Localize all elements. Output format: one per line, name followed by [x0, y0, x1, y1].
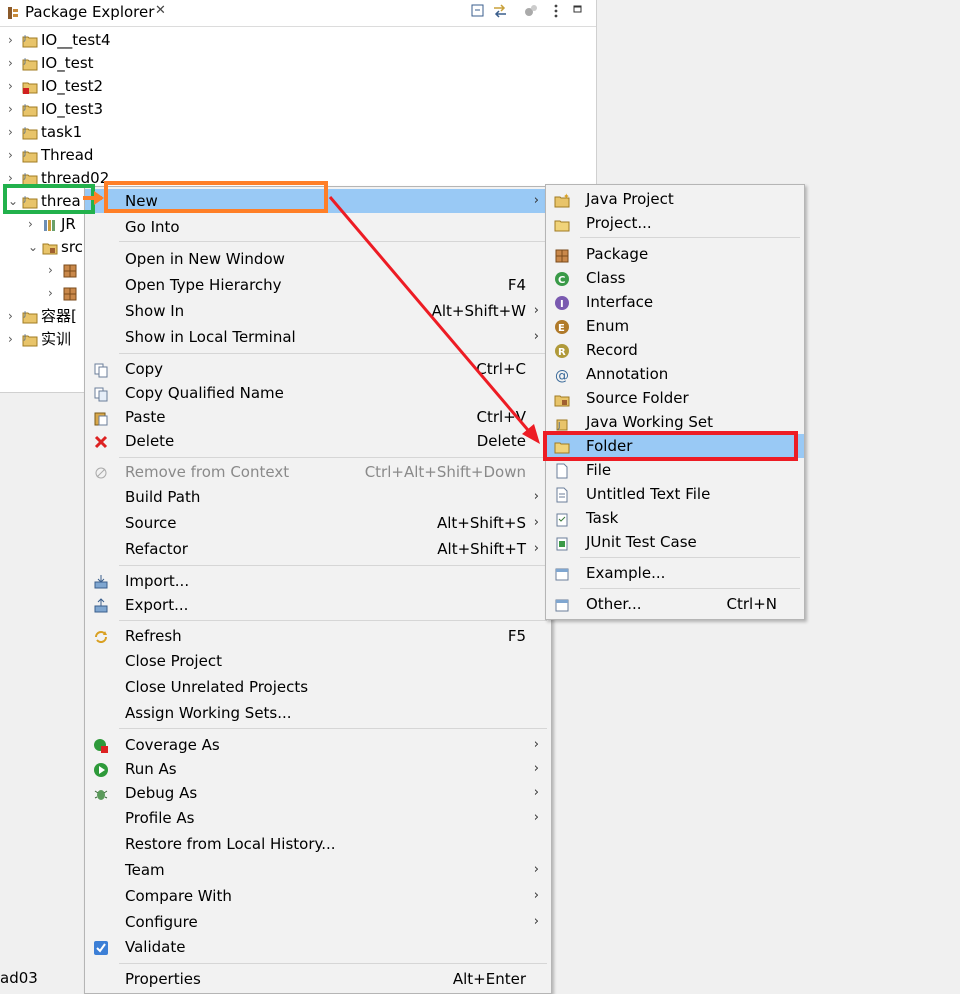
annotation-arrows [83, 191, 540, 444]
annotation-red-arrow [328, 196, 540, 444]
annotation-orange-arrow [83, 191, 104, 205]
